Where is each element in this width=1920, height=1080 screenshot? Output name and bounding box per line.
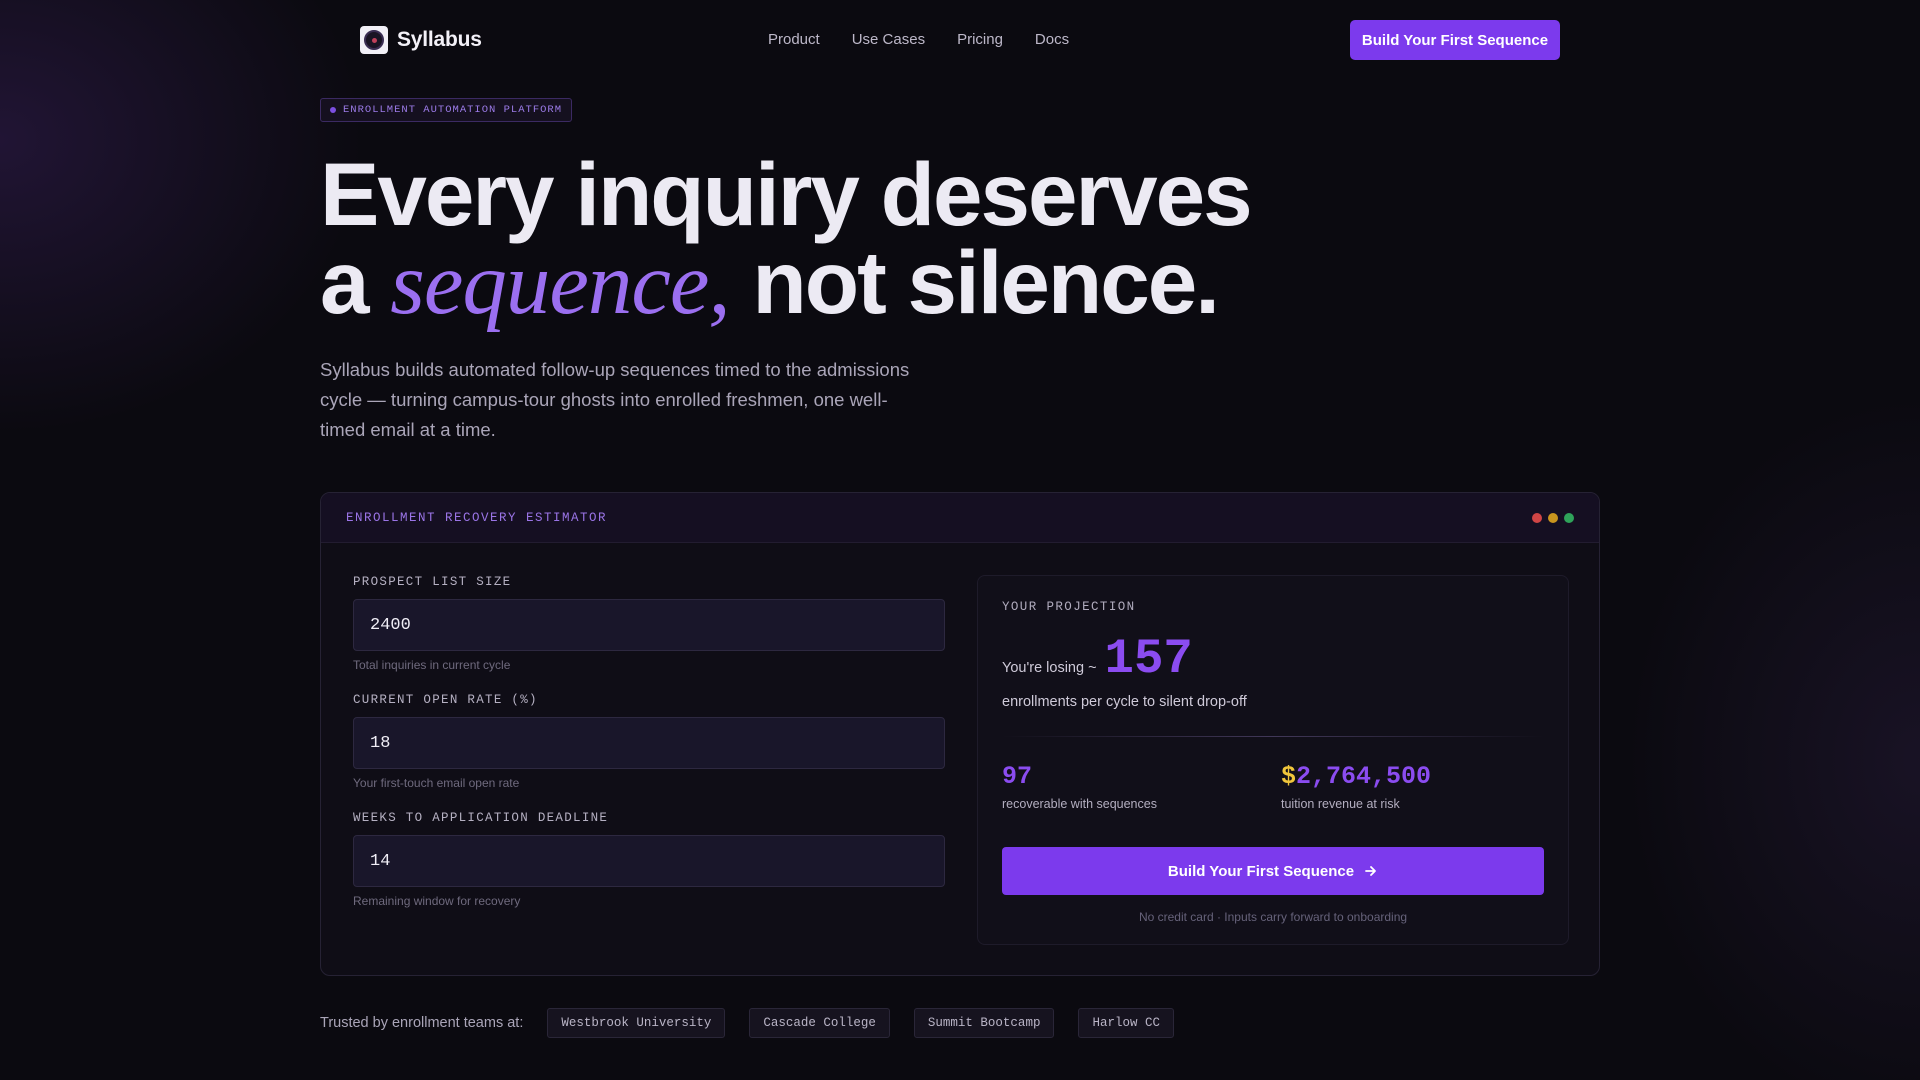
field-open-rate: CURRENT OPEN RATE (%) Your first-touch e… (353, 693, 945, 790)
top-nav: Syllabus Product Use Cases Pricing Docs … (0, 0, 1920, 80)
logo-icon (360, 26, 388, 54)
recoverable-value: 97 (1002, 762, 1033, 791)
trusted-by-row: Trusted by enrollment teams at: Westbroo… (320, 1008, 1198, 1038)
revenue-label: tuition revenue at risk (1281, 797, 1400, 811)
prospect-list-input[interactable] (353, 599, 945, 651)
brand-logo[interactable]: Syllabus (360, 26, 482, 54)
nav-cta-button[interactable]: Build Your First Sequence (1350, 20, 1560, 60)
weeks-deadline-input[interactable] (353, 835, 945, 887)
losing-prefix: You're losing ~ (1002, 660, 1097, 676)
losing-suffix: enrollments per cycle to silent drop-off (1002, 694, 1247, 710)
trusted-label: Trusted by enrollment teams at: (320, 1015, 524, 1031)
projection-cta-button[interactable]: Build Your First Sequence (1002, 847, 1544, 895)
nav-links: Product Use Cases Pricing Docs (768, 31, 1069, 48)
recoverable-label: recoverable with sequences (1002, 797, 1157, 811)
headline-line-1: Every inquiry deserves (320, 144, 1253, 244)
projection-note: No credit card · Inputs carry forward to… (1138, 910, 1408, 924)
trusted-logo-chip: Cascade College (749, 1008, 890, 1038)
brand-name: Syllabus (397, 28, 482, 51)
field-label: CURRENT OPEN RATE (%) (353, 693, 538, 707)
projection-label: YOUR PROJECTION (1002, 600, 1136, 614)
headline-emphasis: sequence, (390, 235, 730, 333)
open-rate-input[interactable] (353, 717, 945, 769)
revenue-value: 2,764,500 (1296, 762, 1432, 791)
trusted-logo-chip: Harlow CC (1078, 1008, 1174, 1038)
projection-divider (1002, 736, 1544, 737)
window-dots (1532, 512, 1574, 523)
losing-value: 157 (1104, 631, 1193, 687)
currency-symbol: $ (1281, 762, 1297, 791)
field-hint: Remaining window for recovery (353, 894, 521, 908)
estimator-title: ENROLLMENT RECOVERY ESTIMATOR (346, 510, 608, 525)
field-hint: Total inquiries in current cycle (353, 658, 511, 672)
nav-link-product[interactable]: Product (768, 31, 820, 48)
nav-link-docs[interactable]: Docs (1035, 31, 1069, 48)
stat-recoverable: 97 recoverable with sequences (1002, 762, 1157, 811)
field-label: WEEKS TO APPLICATION DEADLINE (353, 811, 609, 825)
hero-badge: ENROLLMENT AUTOMATION PLATFORM (320, 98, 573, 122)
window-dot-red-icon (1532, 512, 1542, 523)
field-hint: Your first-touch email open rate (353, 776, 520, 790)
trusted-logo-chip: Summit Bootcamp (913, 1008, 1055, 1038)
estimator-header: ENROLLMENT RECOVERY ESTIMATOR (321, 493, 1599, 543)
estimator-card: ENROLLMENT RECOVERY ESTIMATOR PROSPECT L… (320, 492, 1600, 976)
headline-a: a (320, 232, 369, 332)
trusted-logo-chip: Westbrook University (547, 1008, 726, 1038)
estimator-form: PROSPECT LIST SIZE Total inquiries in cu… (353, 575, 945, 929)
arrow-right-icon (1365, 866, 1376, 876)
field-prospect-list: PROSPECT LIST SIZE Total inquiries in cu… (353, 575, 945, 672)
losing-row: You're losing ~ 157 (1002, 634, 1193, 684)
hero-subtitle: Syllabus builds automated follow-up sequ… (320, 359, 910, 440)
window-dot-green-icon (1564, 512, 1574, 523)
hero-headline: Every inquiry deserves a sequence, not s… (320, 150, 1420, 329)
projection-panel: YOUR PROJECTION You're losing ~ 157 enro… (977, 575, 1569, 945)
field-weeks-deadline: WEEKS TO APPLICATION DEADLINE Remaining … (353, 811, 945, 908)
revenue-value-row: $2,764,500 (1281, 762, 1431, 791)
badge-text: ENROLLMENT AUTOMATION PLATFORM (343, 104, 563, 116)
field-label: PROSPECT LIST SIZE (353, 575, 512, 589)
nav-link-pricing[interactable]: Pricing (957, 31, 1003, 48)
badge-dot-icon (330, 107, 336, 113)
nav-link-use-cases[interactable]: Use Cases (852, 31, 925, 48)
stat-revenue: $2,764,500 tuition revenue at risk (1281, 762, 1431, 811)
headline-end: not silence. (752, 232, 1220, 332)
projection-cta-label: Build Your First Sequence (1167, 862, 1355, 880)
window-dot-yellow-icon (1548, 512, 1558, 523)
